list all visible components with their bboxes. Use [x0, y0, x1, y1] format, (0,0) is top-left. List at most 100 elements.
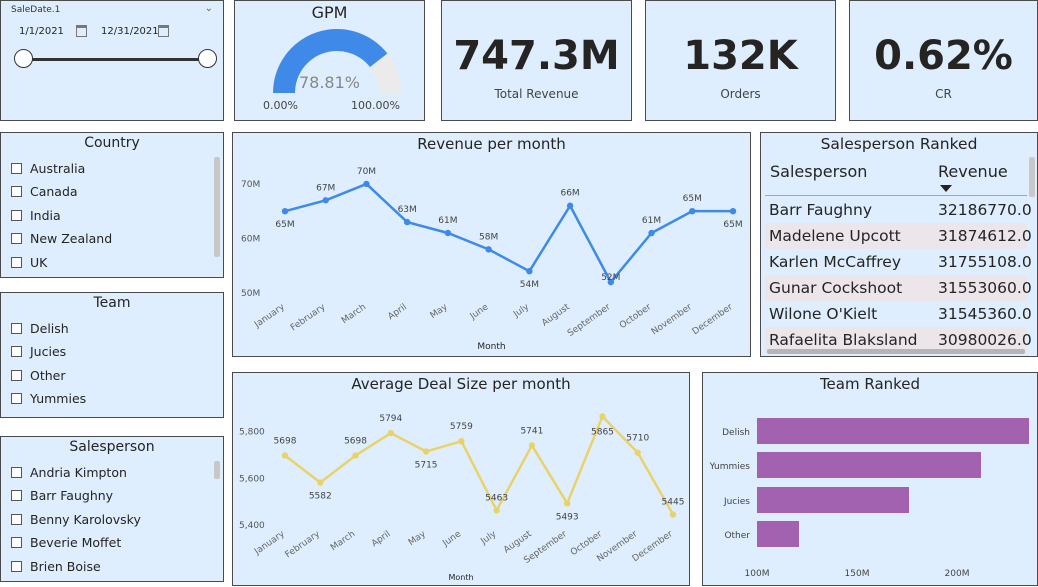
- salesperson-option[interactable]: Andria Kimpton: [11, 462, 127, 482]
- scrollbar[interactable]: [214, 157, 220, 257]
- start-date-field[interactable]: 1/1/2021: [19, 26, 64, 37]
- revenue-y-tick-label: 60M: [241, 234, 260, 244]
- salesperson-cell: Gunar Cockshoot: [769, 279, 903, 297]
- date-range-track[interactable]: [23, 58, 207, 61]
- table-row[interactable]: Gunar Cockshoot 31553060.0: [765, 275, 1032, 301]
- team-option[interactable]: Yummies: [11, 388, 86, 408]
- revenue-data-label: 58M: [479, 232, 498, 242]
- avg-deal-x-axis-title: Month: [448, 573, 474, 582]
- deal-y-tick-label: 5,800: [239, 428, 265, 438]
- checkbox[interactable]: [11, 185, 22, 197]
- table-vertical-scrollbar[interactable]: [1029, 157, 1035, 197]
- checkbox[interactable]: [11, 232, 22, 244]
- salesperson-option[interactable]: Brien Boise: [11, 556, 101, 576]
- revenue-x-tick-label: September: [566, 302, 613, 339]
- revenue-data-point: [689, 207, 696, 215]
- sort-descending-icon[interactable]: [940, 185, 952, 192]
- gauge-max-label: 100.00%: [351, 99, 400, 112]
- table-row[interactable]: Karlen McCaffrey 31755108.0: [765, 249, 1032, 275]
- revenue-cell: 31874612.0: [938, 227, 1032, 245]
- deal-data-label: 5698: [274, 436, 297, 446]
- salesperson-cell: Madelene Upcott: [769, 227, 901, 245]
- country-option[interactable]: Australia: [11, 158, 85, 178]
- team-option[interactable]: Other: [11, 365, 66, 385]
- start-date-value: 1/1/2021: [19, 26, 64, 37]
- checkbox[interactable]: [11, 256, 22, 268]
- salesperson-ranked-table: Salesperson Ranked Salesperson Revenue B…: [760, 132, 1038, 357]
- salesperson-slicer-title: Salesperson: [69, 439, 155, 455]
- deal-data-label: 5698: [344, 436, 367, 446]
- deal-data-point: [563, 500, 571, 507]
- revenue-data-point: [729, 207, 737, 215]
- country-option[interactable]: Canada: [11, 181, 78, 201]
- column-header-revenue[interactable]: Revenue: [938, 162, 1008, 181]
- country-option[interactable]: India: [11, 205, 61, 225]
- date-slicer-title: SaleDate.1: [11, 5, 61, 15]
- salesperson-label: Brien Boise: [30, 558, 101, 574]
- team-bar-label: Yummies: [709, 462, 751, 472]
- salesperson-option[interactable]: Beverie Moffet: [11, 532, 121, 552]
- salesperson-option[interactable]: Benny Karolovsky: [11, 509, 141, 529]
- deal-x-tick-label: February: [284, 529, 323, 560]
- revenue-x-tick-label: July: [511, 302, 531, 320]
- team-bar: [757, 521, 799, 547]
- deal-x-tick-label: December: [631, 529, 675, 564]
- calendar-icon[interactable]: [76, 25, 87, 37]
- revenue-x-tick-label: August: [540, 302, 572, 329]
- range-start-handle[interactable]: [14, 49, 33, 68]
- checkbox[interactable]: [11, 369, 22, 381]
- table-horizontal-scrollbar[interactable]: [767, 349, 1025, 354]
- chevron-down-icon[interactable]: ⌄: [205, 3, 213, 14]
- country-slicer-title: Country: [84, 135, 140, 151]
- cr-label: CR: [935, 87, 952, 101]
- end-date-field[interactable]: 12/31/2021: [101, 26, 159, 37]
- deal-data-label: 5582: [309, 492, 332, 502]
- end-date-value: 12/31/2021: [101, 26, 159, 37]
- checkbox[interactable]: [11, 560, 22, 572]
- country-option[interactable]: UK: [11, 252, 47, 272]
- salesperson-option[interactable]: Barr Faughny: [11, 485, 113, 505]
- checkbox[interactable]: [11, 392, 22, 404]
- deal-data-point: [493, 507, 500, 514]
- team-option[interactable]: Jucies: [11, 341, 66, 361]
- checkbox[interactable]: [11, 322, 22, 334]
- team-bar-label: Delish: [722, 428, 750, 438]
- salesperson-slicer: Salesperson Andria Kimpton Barr Faughny …: [0, 436, 224, 582]
- checkbox[interactable]: [11, 536, 22, 548]
- gpm-gauge-card: GPM 78.81% 0.00% 100.00%: [234, 0, 425, 121]
- table-row[interactable]: Barr Faughny 32186770.0: [765, 197, 1032, 223]
- checkbox[interactable]: [11, 466, 22, 478]
- total-revenue-card: 747.3M Total Revenue: [441, 0, 632, 121]
- deal-data-label: 5710: [626, 434, 649, 444]
- range-end-handle[interactable]: [198, 49, 217, 68]
- revenue-data-point: [281, 207, 289, 215]
- checkbox[interactable]: [11, 513, 22, 525]
- checkbox[interactable]: [11, 162, 22, 174]
- deal-x-tick-label: March: [329, 529, 357, 553]
- scrollbar[interactable]: [214, 461, 220, 479]
- calendar-icon[interactable]: [158, 25, 169, 37]
- table-row[interactable]: Madelene Upcott 31874612.0: [765, 223, 1032, 249]
- country-option[interactable]: New Zealand: [11, 228, 112, 248]
- revenue-x-tick-label: March: [340, 302, 368, 326]
- revenue-data-label: 52M: [601, 273, 620, 283]
- deal-data-point: [458, 438, 465, 445]
- team-x-tick-label: 200M: [945, 569, 970, 579]
- salesperson-cell: Barr Faughny: [769, 201, 873, 219]
- country-label: Australia: [30, 160, 86, 176]
- revenue-cell: 31553060.0: [938, 279, 1032, 297]
- country-slicer: Country Australia Canada India New Zeala…: [0, 132, 224, 278]
- checkbox[interactable]: [11, 489, 22, 501]
- revenue-data-label: 65M: [275, 220, 294, 230]
- deal-data-label: 5715: [415, 461, 438, 471]
- revenue-data-label: 63M: [398, 205, 417, 215]
- table-row[interactable]: Wilone O'Kielt 31545360.0: [765, 301, 1032, 327]
- team-option[interactable]: Delish: [11, 318, 69, 338]
- revenue-x-tick-label: January: [252, 302, 287, 331]
- date-slicer: SaleDate.1 ⌄ 1/1/2021 12/31/2021: [0, 0, 224, 121]
- salesperson-ranked-title: Salesperson Ranked: [820, 135, 978, 153]
- checkbox[interactable]: [11, 209, 22, 221]
- checkbox[interactable]: [11, 345, 22, 357]
- column-header-salesperson[interactable]: Salesperson: [770, 162, 867, 181]
- team-bar-label: Jucies: [723, 497, 750, 507]
